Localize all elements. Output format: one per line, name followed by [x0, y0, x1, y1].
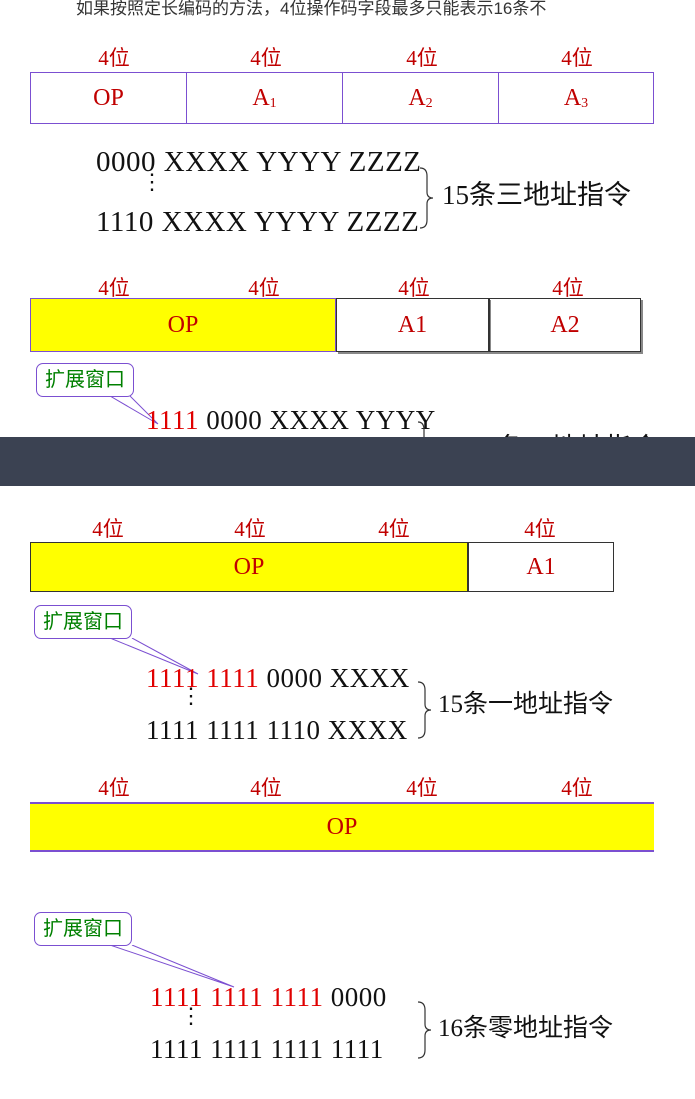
op-field: OP [30, 542, 468, 592]
instruction-format-2addr: OP A1 A2 [30, 298, 644, 352]
brace-icon [417, 681, 432, 739]
vertical-ellipsis-icon: ⋮ [141, 169, 163, 194]
a1-field: A1 [468, 542, 614, 592]
code-line-last: 1111 1111 1110 XXXX [146, 715, 408, 745]
bit-label: 4位 [406, 776, 438, 800]
brace-icon [417, 1001, 432, 1059]
code-line-last: 1111 1111 1111 1111 [150, 1034, 384, 1064]
instruction-format-3addr: OP A1 A2 A3 [30, 72, 654, 124]
desc-one-address: 15条一地址指令 [438, 691, 614, 718]
op-field: OP [31, 73, 187, 123]
vertical-ellipsis-icon: ⋮ [180, 1003, 202, 1028]
bit-label: 4位 [378, 517, 410, 541]
op-field: OP [30, 802, 654, 852]
code-line-first: 1111 0000 XXXX YYYY [146, 405, 436, 435]
bit-label: 4位 [406, 46, 438, 70]
bit-label: 4位 [524, 517, 556, 541]
a2-field: A2 [489, 298, 641, 352]
a1-field: A1 [336, 298, 489, 352]
intro-text: 如果按照定长编码的方法，4位操作码字段最多只能表示16条不 [76, 0, 547, 18]
a2-field: A2 [343, 73, 499, 123]
code-line-last: 1110 XXXX YYYY ZZZZ [96, 206, 420, 238]
bit-label: 4位 [250, 776, 282, 800]
instruction-format-0addr: OP [30, 802, 654, 852]
desc-three-address: 15条三地址指令 [442, 180, 631, 210]
op-field: OP [30, 298, 336, 352]
bit-label: 4位 [234, 517, 266, 541]
expansion-window-callout: 扩展窗口 [34, 605, 132, 639]
bit-label: 4位 [98, 776, 130, 800]
a3-field: A3 [563, 84, 589, 112]
bit-label: 4位 [561, 776, 593, 800]
instruction-format-1addr: OP A1 [30, 542, 614, 592]
bit-label: 4位 [250, 46, 282, 70]
expansion-window-callout: 扩展窗口 [36, 363, 134, 397]
desc-zero-address: 16条零地址指令 [438, 1015, 614, 1042]
vertical-ellipsis-icon: ⋮ [180, 683, 202, 708]
brace-icon [419, 167, 434, 229]
expansion-window-callout: 扩展窗口 [34, 912, 132, 946]
bit-label: 4位 [92, 517, 124, 541]
bit-label: 4位 [98, 46, 130, 70]
overlay-banner [0, 437, 695, 486]
bit-label: 4位 [561, 46, 593, 70]
a1-field: A1 [187, 73, 343, 123]
